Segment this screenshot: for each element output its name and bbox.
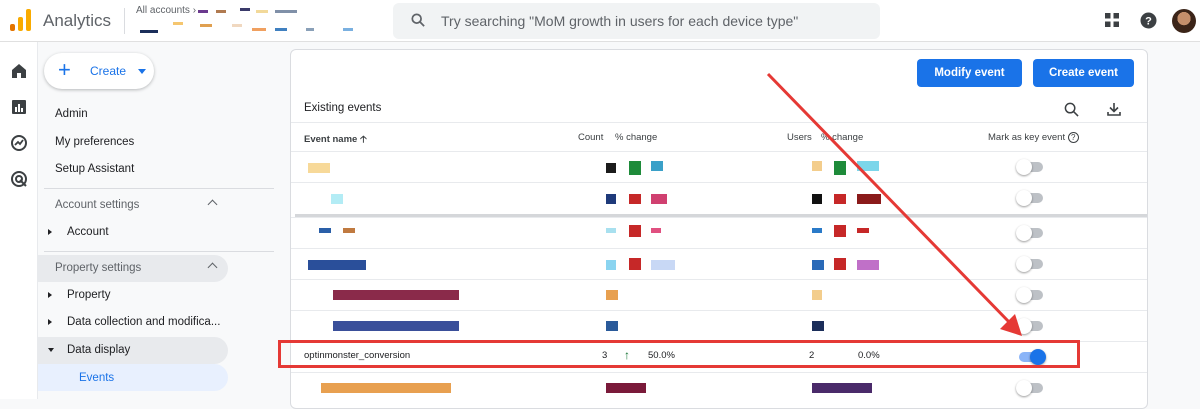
header-event-name[interactable]: Event name 🡡 xyxy=(304,132,367,148)
download-icon[interactable] xyxy=(1106,101,1122,117)
events-selected-highlight xyxy=(38,364,228,391)
sort-arrow-up-icon: 🡡 xyxy=(359,134,367,145)
header-count[interactable]: Count xyxy=(578,132,603,143)
divider xyxy=(124,8,125,34)
create-button[interactable]: + Create xyxy=(44,53,154,89)
chevron-right-icon: › xyxy=(192,5,197,16)
plus-icon: + xyxy=(58,57,71,82)
search-placeholder: Try searching "MoM growth in users for e… xyxy=(441,13,799,29)
help-icon[interactable]: ? xyxy=(1067,132,1079,143)
header-count-change[interactable]: % change xyxy=(615,132,657,143)
explore-icon[interactable] xyxy=(10,134,28,152)
table-row[interactable] xyxy=(291,279,1147,310)
redacted-event-name xyxy=(308,260,366,270)
nav-events[interactable]: Events xyxy=(79,372,114,384)
table-row[interactable] xyxy=(291,372,1147,403)
table-row[interactable] xyxy=(291,248,1147,279)
top-bar: Analytics All accounts › Try searching "… xyxy=(0,0,1200,42)
card-title: Existing events xyxy=(304,102,382,114)
property-settings-group[interactable]: Property settings xyxy=(38,255,228,282)
admin-nav: + Create Admin My preferences Setup Assi… xyxy=(38,42,280,399)
caret-down-icon xyxy=(48,348,54,352)
key-event-toggle[interactable] xyxy=(1016,287,1043,303)
left-rail xyxy=(0,42,38,399)
svg-text:?: ? xyxy=(1145,16,1152,28)
divider xyxy=(291,122,1147,123)
redacted-event-name xyxy=(333,321,459,331)
app-name: Analytics xyxy=(43,11,112,30)
help-icon[interactable]: ? xyxy=(1140,12,1157,29)
search-icon[interactable] xyxy=(1064,102,1079,117)
caret-right-icon xyxy=(48,319,52,325)
table-row[interactable] xyxy=(291,182,1147,213)
key-event-toggle[interactable] xyxy=(1016,318,1043,334)
modify-event-button[interactable]: Modify event xyxy=(917,59,1022,87)
key-event-toggle[interactable] xyxy=(1016,256,1043,272)
redacted-event-name xyxy=(319,228,331,233)
chevron-up-icon xyxy=(207,262,218,273)
table-row[interactable] xyxy=(291,151,1147,182)
divider xyxy=(44,251,274,252)
header-users-change[interactable]: % change xyxy=(821,132,863,143)
account-avatar[interactable] xyxy=(1172,9,1196,33)
apps-grid-icon[interactable] xyxy=(1104,12,1120,28)
advertising-icon[interactable] xyxy=(10,170,28,188)
header-mark-key-event: Mark as key event ? xyxy=(988,132,1079,143)
caret-down-icon xyxy=(138,69,146,74)
home-icon[interactable] xyxy=(10,62,28,80)
nav-admin[interactable]: Admin xyxy=(55,108,88,120)
redacted-event-name xyxy=(321,383,451,393)
key-event-toggle[interactable] xyxy=(1016,225,1043,241)
table-row[interactable] xyxy=(291,217,1147,248)
nav-data-collection[interactable]: Data collection and modifica... xyxy=(67,316,220,328)
annotation-highlight-box xyxy=(278,340,1080,368)
nav-setup-assistant[interactable]: Setup Assistant xyxy=(55,163,134,175)
accounts-label: All accounts xyxy=(136,5,190,16)
key-event-toggle[interactable] xyxy=(1016,190,1043,206)
header-users[interactable]: Users xyxy=(787,132,812,143)
key-event-toggle[interactable] xyxy=(1016,380,1043,396)
key-event-toggle[interactable] xyxy=(1016,159,1043,175)
create-event-button[interactable]: Create event xyxy=(1033,59,1134,87)
account-settings-group[interactable]: Account settings xyxy=(38,192,228,219)
nav-my-preferences[interactable]: My preferences xyxy=(55,136,134,148)
redacted-event-name xyxy=(331,194,343,204)
account-picker[interactable]: All accounts › xyxy=(136,5,196,16)
property-settings-label: Property settings xyxy=(55,262,142,274)
chevron-up-icon xyxy=(207,199,218,210)
table-row[interactable] xyxy=(291,310,1147,341)
caret-right-icon xyxy=(48,229,52,235)
caret-right-icon xyxy=(48,292,52,298)
nav-property[interactable]: Property xyxy=(67,289,110,301)
nav-account[interactable]: Account xyxy=(67,226,109,238)
analytics-logo-icon[interactable] xyxy=(10,9,32,31)
search-icon xyxy=(411,13,425,27)
divider xyxy=(44,188,274,189)
redacted-event-name xyxy=(308,163,330,173)
reports-icon[interactable] xyxy=(10,98,28,116)
account-settings-label: Account settings xyxy=(55,199,140,211)
create-label: Create xyxy=(90,64,127,78)
nav-data-display[interactable]: Data display xyxy=(67,344,130,356)
redacted-event-name xyxy=(333,290,459,300)
search-bar[interactable]: Try searching "MoM growth in users for e… xyxy=(393,3,880,39)
